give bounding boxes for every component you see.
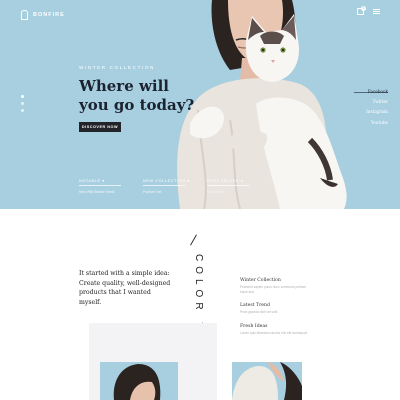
social-link-twitter[interactable]: Twitter	[366, 99, 388, 104]
menu-icon[interactable]	[373, 9, 380, 14]
photo-woman-sweater	[232, 362, 302, 400]
slide-dot-1[interactable]	[21, 95, 24, 98]
collection-title: Winter Collection	[240, 278, 281, 283]
tab-subtitle: Pullover Set	[143, 190, 162, 194]
tab-notable[interactable]: NOTABLE ▾ New Wild Beanie Small	[79, 178, 121, 194]
cart-count-badge: 0	[361, 6, 366, 11]
logo-icon	[21, 10, 28, 20]
collection-desc: Praesent sapien purus nunc commodo preti…	[240, 285, 307, 294]
discover-now-button[interactable]: DISCOVER NOW	[79, 122, 121, 132]
tab-new-collection[interactable]: NEW COLLECTION ▾ Pullover Set	[143, 178, 189, 194]
social-link-instagram[interactable]: Instagram	[366, 109, 388, 114]
tab-label: NEW COLLECTION ▾	[143, 178, 189, 186]
collection-title: Latest Trend	[240, 303, 270, 309]
decorative-slash	[190, 234, 197, 246]
brand-name: BONFIRE	[33, 12, 65, 18]
tab-label: BEST SELLER ▾	[207, 178, 249, 186]
tab-subtitle: New Wild Beanie Small	[79, 190, 115, 194]
collection-item[interactable]: Fresh Ideas Lorem quis bibendum auctor n…	[240, 324, 310, 336]
hero-product-tabs: NOTABLE ▾ New Wild Beanie Small NEW COLL…	[79, 178, 249, 194]
collection-item[interactable]: Latest Trend Proin gravida nibh vel veli…	[240, 303, 310, 315]
tab-best-seller[interactable]: BEST SELLER ▾ Coat Dress	[207, 178, 249, 194]
social-link-youtube[interactable]: Youtube	[366, 120, 388, 125]
social-links: Facebook Twitter Instagram Youtube	[366, 89, 388, 130]
brand-logo[interactable]: BONFIRE	[21, 10, 65, 20]
tab-label: NOTABLE ▾	[79, 178, 121, 186]
hero-title: Where will you go today?	[79, 77, 195, 114]
slider-pagination	[21, 95, 24, 112]
slide-dot-3[interactable]	[21, 109, 24, 112]
collection-title: Fresh Ideas	[240, 323, 268, 329]
slide-dot-2[interactable]	[21, 102, 24, 105]
collection-desc: Lorem quis bibendum auctor nisi elit con…	[240, 330, 308, 335]
collections-list: Winter Collection Praesent sapien purus …	[240, 278, 310, 344]
hero-kicker: WINTER COLLECTION	[79, 65, 155, 70]
tab-subtitle: Coat Dress	[207, 190, 224, 194]
intro-text: It started with a simple idea: Create qu…	[79, 270, 171, 306]
photo-woman-profile	[100, 362, 178, 400]
social-link-facebook[interactable]: Facebook	[366, 89, 388, 94]
header-actions: 0	[357, 6, 380, 15]
hero-banner: BONFIRE 0 WINTER COLLECTION Where will y…	[0, 0, 400, 209]
collection-item[interactable]: Winter Collection Praesent sapien purus …	[240, 278, 310, 294]
collection-desc: Proin gravida nibh vel velit.	[240, 310, 279, 315]
